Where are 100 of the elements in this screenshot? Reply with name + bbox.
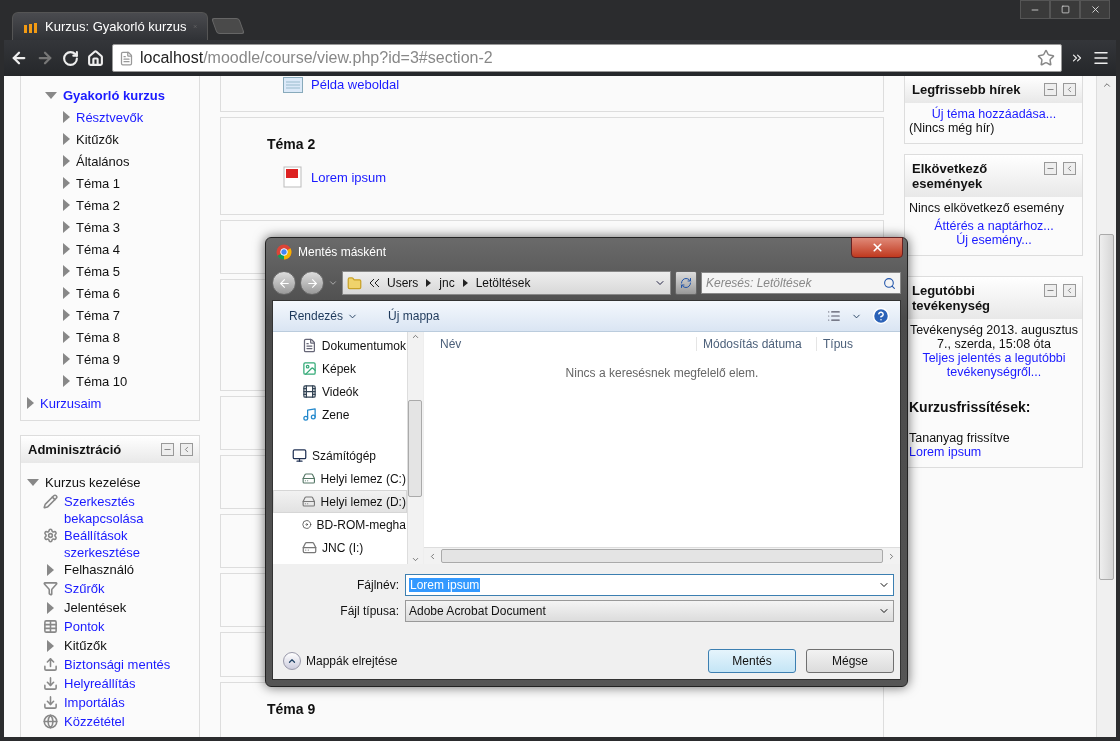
tree-item[interactable]: Számítógép	[273, 444, 407, 467]
chevrons-icon[interactable]	[1070, 51, 1084, 65]
file-type-dropdown[interactable]: Adobe Acrobat Document	[405, 600, 894, 622]
reload-icon[interactable]	[62, 49, 79, 67]
nav-link[interactable]: Résztvevők	[76, 108, 144, 126]
breadcrumb-item[interactable]: Letöltések	[475, 276, 531, 290]
events-link[interactable]: Áttérés a naptárhoz...	[934, 219, 1054, 233]
nav-item[interactable]: Kitűzők	[64, 637, 107, 654]
save-button[interactable]: Mentés	[708, 649, 796, 673]
menu-icon[interactable]	[1092, 49, 1110, 67]
updated-resource-link[interactable]: Lorem ipsum	[909, 445, 982, 459]
nav-item[interactable]: Téma 5	[76, 262, 121, 280]
minimize-button[interactable]	[1020, 0, 1050, 19]
tree-item[interactable]: JNC (I:)	[273, 536, 407, 559]
dock-button[interactable]	[1063, 83, 1076, 96]
close-button[interactable]	[851, 237, 903, 258]
breadcrumb-bar[interactable]: Users jnc Letöltések	[342, 271, 671, 295]
column-header[interactable]: Név	[424, 337, 696, 351]
address-bar[interactable]: localhost/moodle/course/view.php?id=3#section-2	[112, 44, 1062, 72]
breadcrumb-item[interactable]: Users	[387, 276, 419, 290]
caret-icon[interactable]	[426, 279, 432, 287]
nav-item[interactable]: Kitűzők	[76, 130, 119, 148]
nav-link[interactable]: Közzététel	[64, 713, 125, 730]
activity-link[interactable]: Lorem ipsum	[311, 168, 387, 186]
nav-item[interactable]: Téma 3	[76, 218, 121, 236]
collapse-button[interactable]	[1044, 284, 1057, 297]
dock-button[interactable]	[180, 443, 193, 456]
nav-link[interactable]: Szerkesztés bekapcsolása	[64, 493, 199, 527]
column-header[interactable]: Típus	[816, 337, 876, 351]
view-options-button[interactable]	[827, 309, 862, 323]
nav-item[interactable]: Téma 1	[76, 174, 121, 192]
help-icon[interactable]	[872, 307, 890, 325]
collapse-button[interactable]	[1044, 162, 1057, 175]
column-header[interactable]: Módosítás dátuma	[696, 337, 816, 351]
scrollbar-thumb[interactable]	[441, 549, 883, 563]
nav-item[interactable]: Téma 2	[76, 196, 121, 214]
pdf-file-icon	[283, 166, 303, 188]
tree-item[interactable]: Zene	[273, 403, 407, 426]
tree-item[interactable]: Helyi lemez (D:)	[273, 490, 407, 513]
collapse-button[interactable]	[1044, 83, 1057, 96]
nav-item[interactable]: Jelentések	[64, 599, 127, 616]
scrollbar-thumb[interactable]	[1099, 234, 1114, 580]
tree-label: Helyi lemez (C:)	[320, 471, 406, 486]
back-button[interactable]	[272, 271, 296, 295]
forward-button[interactable]	[300, 271, 324, 295]
nav-item[interactable]: Téma 8	[76, 328, 121, 346]
nav-item[interactable]: Téma 7	[76, 306, 121, 324]
nav-link[interactable]: Biztonsági mentés	[64, 656, 171, 673]
caret-icon[interactable]	[462, 279, 468, 287]
new-folder-button[interactable]: Új mappa	[388, 309, 440, 323]
scroll-up-icon[interactable]	[1101, 80, 1112, 90]
refresh-button[interactable]	[675, 271, 697, 295]
collapse-button[interactable]	[161, 443, 174, 456]
tree-item[interactable]: Dokumentumok	[273, 334, 407, 357]
close-button[interactable]	[1080, 0, 1110, 19]
breadcrumb-item[interactable]: jnc	[439, 276, 455, 290]
nav-link[interactable]: Gyakorló kurzus	[63, 86, 165, 104]
activity-link[interactable]: Példa weboldal	[311, 76, 400, 93]
drive-icon	[302, 494, 316, 509]
dock-button[interactable]	[1063, 162, 1076, 175]
full-report-link[interactable]: Teljes jelentés a legutóbbi tevékenységről...	[909, 351, 1079, 379]
dock-button[interactable]	[1063, 284, 1076, 297]
nav-link[interactable]: Helyreállítás	[64, 675, 136, 692]
new-tab-button[interactable]	[211, 18, 245, 34]
scroll-up-icon[interactable]	[410, 332, 420, 341]
maximize-button[interactable]	[1050, 0, 1080, 19]
nav-link[interactable]: Beállítások szerkesztése	[64, 527, 199, 561]
tree-item[interactable]: Videók	[273, 380, 407, 403]
nav-link[interactable]: Szűrők	[64, 580, 105, 597]
tree-item[interactable]: Képek	[273, 357, 407, 380]
nav-item[interactable]: Téma 6	[76, 284, 121, 302]
forward-icon[interactable]	[36, 49, 54, 67]
nav-link[interactable]: Kurzusaim	[40, 394, 102, 412]
organize-button[interactable]: Rendezés	[289, 309, 359, 323]
nav-item[interactable]: Téma 10	[76, 372, 128, 390]
nav-item[interactable]: Felhasználó	[64, 561, 135, 578]
back-icon[interactable]	[10, 49, 28, 67]
nav-item[interactable]: Téma 9	[76, 350, 121, 368]
browser-tab[interactable]: Kurzus: Gyakorló kurzus	[12, 12, 208, 40]
hide-folders-button[interactable]: Mappák elrejtése	[283, 652, 398, 670]
scroll-down-icon[interactable]	[410, 555, 420, 564]
tree-item[interactable]: Helyi lemez (C:)	[273, 467, 407, 490]
horizontal-scrollbar[interactable]	[424, 547, 900, 564]
nav-link[interactable]: Pontok	[64, 618, 105, 635]
scroll-left-icon[interactable]	[428, 551, 437, 561]
tree-scrollbar[interactable]	[406, 332, 423, 564]
nav-item[interactable]: Téma 4	[76, 240, 121, 258]
star-icon[interactable]	[1037, 49, 1055, 67]
events-link[interactable]: Új esemény...	[956, 233, 1032, 247]
nav-link[interactable]: Importálás	[64, 694, 125, 711]
home-icon[interactable]	[87, 49, 104, 67]
scroll-right-icon[interactable]	[887, 551, 896, 561]
tree-item[interactable]: BD-ROM-megha	[273, 513, 407, 536]
nav-item[interactable]: Általános	[76, 152, 130, 170]
nav-item[interactable]: Kurzus kezelése	[45, 473, 141, 491]
document-icon	[302, 338, 317, 353]
page-scrollbar[interactable]	[1096, 76, 1116, 737]
add-topic-link[interactable]: Új téma hozzáadása...	[931, 107, 1057, 121]
scrollbar-thumb[interactable]	[408, 399, 423, 497]
cancel-button[interactable]: Mégse	[806, 649, 894, 673]
